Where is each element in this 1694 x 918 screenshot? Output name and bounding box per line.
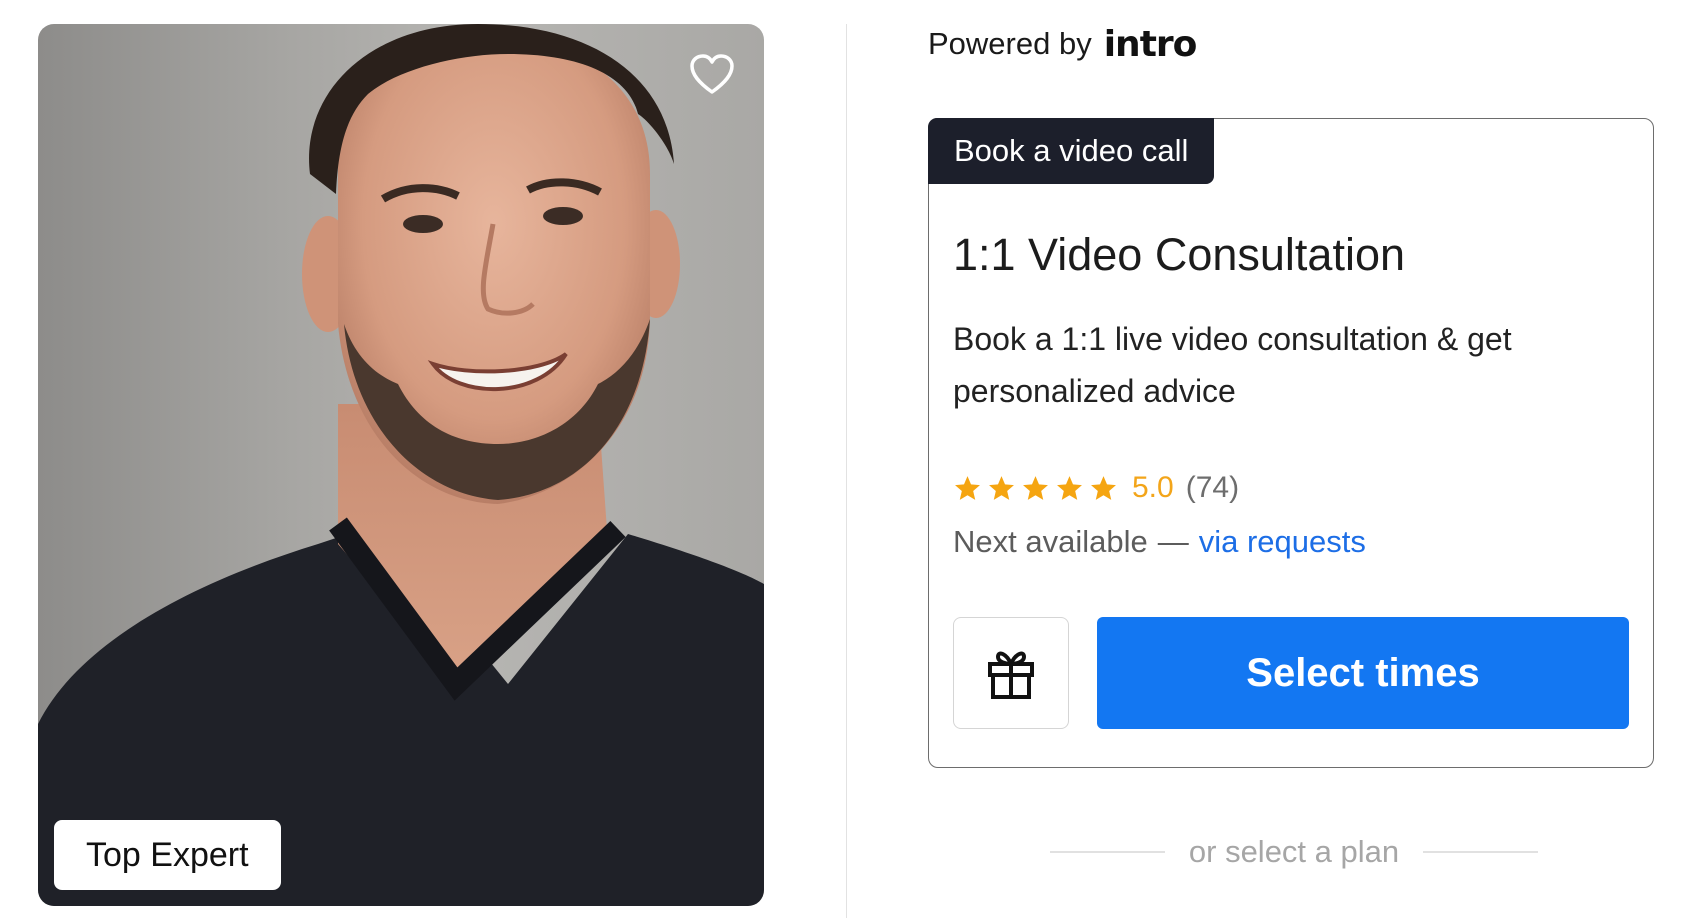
booking-page: Top Expert Powered by intro Book a video…	[0, 0, 1694, 918]
via-requests-link[interactable]: via requests	[1199, 524, 1366, 560]
star-icon	[955, 475, 980, 500]
separator-line	[1050, 851, 1165, 853]
star-icon	[1091, 475, 1116, 500]
expert-photo-card[interactable]: Top Expert	[38, 24, 764, 906]
gift-icon	[988, 651, 1034, 699]
separator-line	[1423, 851, 1539, 853]
top-expert-badge: Top Expert	[54, 820, 281, 890]
separator-dash: —	[1157, 524, 1189, 559]
next-available: Next available — via requests	[953, 517, 1366, 567]
offer-description: Book a 1:1 live video consultation & get…	[953, 321, 1512, 409]
star-icon	[1023, 475, 1048, 500]
select-times-button[interactable]: Select times	[1097, 617, 1629, 729]
offer-title: 1:1 Video Consultation	[953, 229, 1405, 280]
offer-type-tab: Book a video call	[928, 118, 1215, 184]
star-icon	[989, 475, 1014, 500]
next-available-label: Next available	[953, 524, 1148, 559]
intro-logo[interactable]: intro	[1104, 24, 1198, 65]
star-rating	[953, 474, 1118, 503]
rating-count[interactable]: (74)	[1186, 471, 1239, 505]
favorite-button[interactable]	[686, 48, 738, 100]
select-plan-label[interactable]: or select a plan	[1189, 834, 1399, 870]
powered-by-label: Powered by	[928, 26, 1092, 61]
rating-value: 5.0	[1132, 471, 1174, 504]
star-icon	[1057, 475, 1082, 500]
powered-by: Powered by intro	[928, 22, 1198, 66]
expert-portrait-image	[38, 24, 764, 906]
offer-card: Book a video call 1:1 Video Consultation…	[928, 118, 1654, 768]
column-divider	[846, 24, 847, 918]
plan-separator: or select a plan	[1050, 830, 1539, 874]
gift-button[interactable]	[953, 617, 1069, 729]
heart-outline-icon	[690, 54, 734, 94]
rating-row: 5.0 (74)	[953, 463, 1239, 513]
